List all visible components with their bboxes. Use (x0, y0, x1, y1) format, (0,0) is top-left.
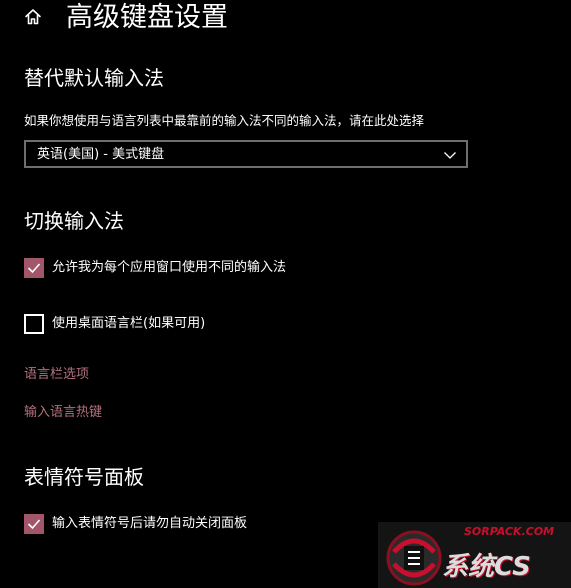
section-title-emoji: 表情符号面板 (24, 465, 144, 489)
watermark-site: SORPACK.COM (464, 525, 555, 538)
desktop-language-bar-option[interactable]: 使用桌面语言栏(如果可用) (24, 314, 205, 334)
section-title-override: 替代默认输入法 (24, 66, 164, 90)
per-app-input-option[interactable]: 允许我为每个应用窗口使用不同的输入法 (24, 258, 286, 278)
chevron-down-icon (444, 152, 456, 159)
checkmark-icon (27, 263, 41, 274)
home-button[interactable] (22, 6, 44, 28)
override-description: 如果你想使用与语言列表中最靠前的输入法不同的输入法，请在此处选择 (24, 113, 425, 128)
per-app-label: 允许我为每个应用窗口使用不同的输入法 (52, 260, 287, 275)
per-app-checkbox[interactable] (24, 258, 44, 278)
desktop-language-bar-checkbox[interactable] (24, 314, 44, 334)
desktop-language-bar-label: 使用桌面语言栏(如果可用) (52, 316, 206, 331)
watermark-logo: SORPACK.COM 系统CS (378, 522, 571, 588)
section-title-switch: 切换输入法 (24, 209, 124, 233)
emoji-panel-label: 输入表情符号后请勿自动关闭面板 (52, 516, 248, 531)
checkmark-icon (27, 519, 41, 530)
input-language-hotkeys-link[interactable]: 输入语言热键 (24, 404, 102, 422)
language-bar-options-link[interactable]: 语言栏选项 (24, 366, 89, 384)
emoji-panel-option[interactable]: 输入表情符号后请勿自动关闭面板 (24, 514, 247, 534)
home-icon (25, 9, 41, 25)
input-method-dropdown[interactable]: 英语(美国) - 美式键盘 (24, 140, 468, 168)
dropdown-selected-value: 英语(美国) - 美式键盘 (37, 147, 165, 162)
watermark-brand: 系统CS (442, 552, 531, 582)
emoji-panel-checkbox[interactable] (24, 514, 44, 534)
page-title: 高级键盘设置 (66, 2, 228, 33)
